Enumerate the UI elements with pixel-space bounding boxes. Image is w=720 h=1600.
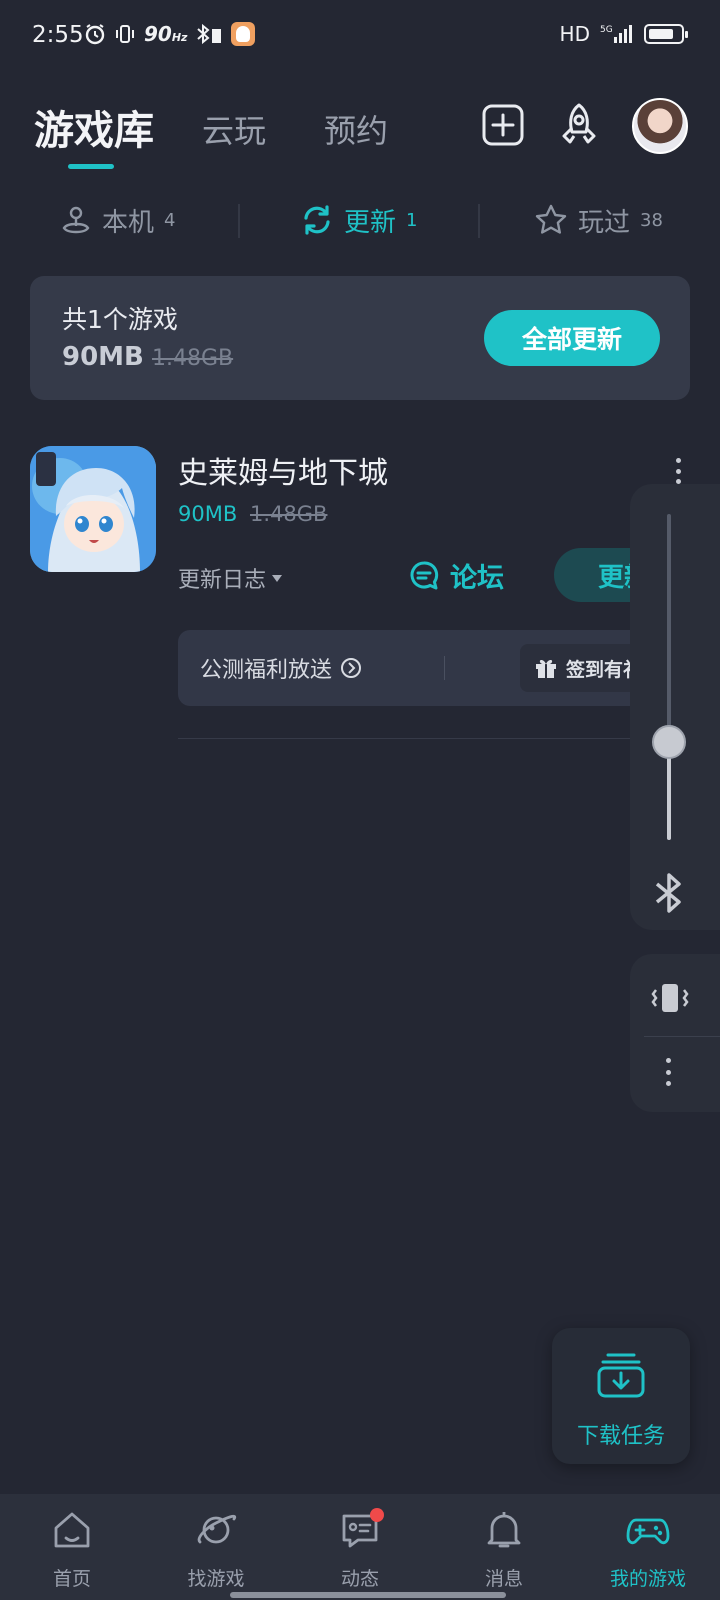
svg-text:5G: 5G — [600, 25, 613, 35]
user-avatar[interactable] — [632, 98, 688, 154]
add-button[interactable] — [480, 102, 526, 148]
game-original-size: 1.48GB — [250, 502, 328, 526]
subtab-updates[interactable]: 更新 1 — [300, 200, 417, 240]
changelog-toggle[interactable]: 更新日志 — [178, 562, 283, 594]
panel-divider — [644, 1036, 720, 1037]
download-tasks-button[interactable]: 下载任务 — [552, 1328, 690, 1464]
forum-label: 论坛 — [450, 563, 504, 594]
forum-bubble-icon — [410, 561, 439, 589]
nav-messages[interactable]: 消息 — [432, 1494, 576, 1600]
forum-button[interactable]: 论坛 — [408, 556, 504, 595]
subtab-label: 玩过 — [578, 207, 631, 238]
signal-icon: 5G — [600, 25, 632, 43]
refresh-rate: 90Hz — [144, 22, 188, 46]
tab-cloud-play[interactable]: 云玩 — [202, 106, 266, 152]
download-tray-icon — [597, 1353, 645, 1398]
games-count: 共1个游戏 — [62, 305, 178, 334]
subtab-local[interactable]: 本机 4 — [60, 200, 175, 240]
home-icon — [54, 1512, 90, 1548]
status-time: 2:55 — [32, 22, 84, 48]
joystick-icon — [62, 206, 90, 234]
network-label: HD — [559, 22, 590, 46]
status-icons: 90Hz — [84, 22, 256, 46]
update-summary-card: 共1个游戏 90MB 1.48GB 全部更新 — [30, 276, 690, 400]
update-all-button[interactable]: 全部更新 — [484, 310, 660, 366]
tab-game-library[interactable]: 游戏库 — [34, 98, 154, 156]
subtab-label: 本机 — [102, 207, 155, 238]
volume-slider-knob[interactable] — [652, 725, 686, 760]
subtab-label: 更新 — [344, 207, 397, 238]
game-update-size: 90MB — [178, 502, 238, 526]
planet-icon — [197, 1514, 237, 1544]
nav-label: 我的游戏 — [609, 1568, 686, 1590]
game-icon[interactable] — [30, 446, 156, 572]
more-options-icon[interactable] — [672, 458, 684, 484]
subtab-count: 4 — [164, 209, 176, 231]
changelog-label: 更新日志 — [178, 568, 267, 593]
chevron-circle-icon — [341, 658, 362, 678]
nav-home[interactable]: 首页 — [0, 1494, 144, 1600]
status-bar: 2:55 90Hz HD 5G — [0, 0, 720, 72]
vibrate-mode-icon[interactable] — [650, 978, 690, 1018]
original-size: 1.48GB — [152, 346, 234, 371]
nav-label: 动态 — [340, 1568, 379, 1590]
home-indicator[interactable] — [230, 1592, 506, 1598]
nav-my-games[interactable]: 我的游戏 — [576, 1494, 720, 1600]
subtab-count: 38 — [640, 209, 663, 231]
subtab-divider — [238, 204, 240, 238]
bluetooth-icon[interactable] — [653, 872, 685, 914]
bell-icon — [487, 1512, 521, 1548]
promo-banner[interactable]: 公测福利放送 签到有礼 — [178, 630, 690, 706]
nav-label: 首页 — [52, 1568, 91, 1590]
app-notification-icon — [231, 22, 256, 46]
volume-panel — [630, 484, 720, 930]
bottom-nav: 首页 找游戏 动态 消息 我的游戏 — [0, 1494, 720, 1600]
vibrate-icon — [116, 25, 134, 43]
promo-text: 公测福利放送 — [200, 652, 362, 684]
promo-divider — [444, 656, 445, 680]
download-tasks-label: 下载任务 — [576, 1424, 665, 1449]
nav-label: 找游戏 — [187, 1568, 245, 1590]
gift-icon — [536, 659, 556, 678]
gamepad-icon — [626, 1518, 670, 1545]
refresh-icon — [304, 205, 330, 235]
promo-label: 公测福利放送 — [200, 658, 333, 683]
alarm-icon — [85, 24, 105, 45]
volume-more-icon[interactable] — [664, 1058, 672, 1086]
notification-badge — [370, 1508, 384, 1522]
subtab-played[interactable]: 玩过 38 — [534, 200, 663, 240]
game-character-art — [30, 446, 156, 572]
bluetooth-battery-icon — [197, 23, 222, 45]
nav-label: 消息 — [484, 1568, 523, 1590]
nav-feed[interactable]: 动态 — [288, 1494, 432, 1600]
battery-icon — [644, 24, 688, 44]
subtab-count: 1 — [406, 209, 418, 231]
tab-indicator — [68, 164, 114, 169]
subtab-divider — [478, 204, 480, 238]
total-update-size: 90MB — [62, 342, 144, 372]
rocket-icon — [562, 103, 596, 144]
speedup-button[interactable] — [556, 102, 602, 148]
tab-reservation[interactable]: 预约 — [324, 106, 388, 152]
plus-square-icon — [482, 104, 524, 146]
game-title[interactable]: 史莱姆与地下城 — [178, 448, 388, 492]
star-icon — [535, 204, 567, 234]
caret-down-icon — [272, 574, 283, 582]
nav-discover[interactable]: 找游戏 — [144, 1494, 288, 1600]
status-right: HD 5G — [559, 22, 688, 46]
